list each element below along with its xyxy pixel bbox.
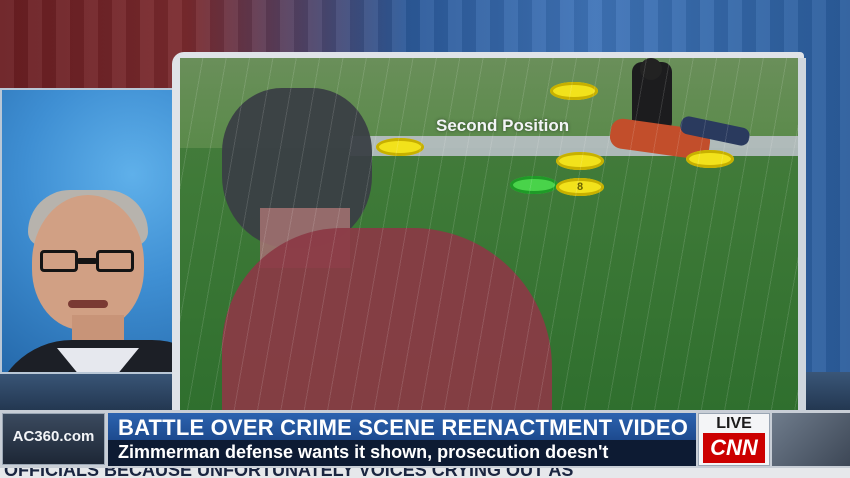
show-tag-box: AC360.com	[2, 413, 105, 465]
live-label: LIVE	[716, 415, 752, 432]
studio-tile	[772, 413, 850, 466]
subline-text: Zimmerman defense wants it shown, prosec…	[118, 442, 609, 462]
guest-tie	[88, 373, 108, 374]
guest-glasses	[40, 250, 134, 274]
headline-bar: BATTLE OVER CRIME SCENE REENACTMENT VIDE…	[108, 413, 696, 440]
ticker-text: OFFICIALS BECAUSE UNFORTUNATELY VOICES C…	[4, 468, 574, 478]
news-ticker: OFFICIALS BECAUSE UNFORTUNATELY VOICES C…	[0, 468, 850, 478]
screen-edge	[798, 58, 806, 410]
rain-overlay	[180, 58, 800, 410]
guest-mouth	[68, 300, 108, 308]
subline-bar: Zimmerman defense wants it shown, prosec…	[108, 440, 696, 466]
position-label: Second Position	[436, 116, 570, 135]
reenactment-video: 8 Second Position	[180, 58, 800, 410]
show-tag: AC360.com	[12, 428, 95, 445]
cnn-logo-icon: CNN	[703, 433, 765, 463]
headline-text: BATTLE OVER CRIME SCENE REENACTMENT VIDE…	[118, 415, 689, 440]
live-bug: LIVE CNN	[698, 413, 770, 466]
